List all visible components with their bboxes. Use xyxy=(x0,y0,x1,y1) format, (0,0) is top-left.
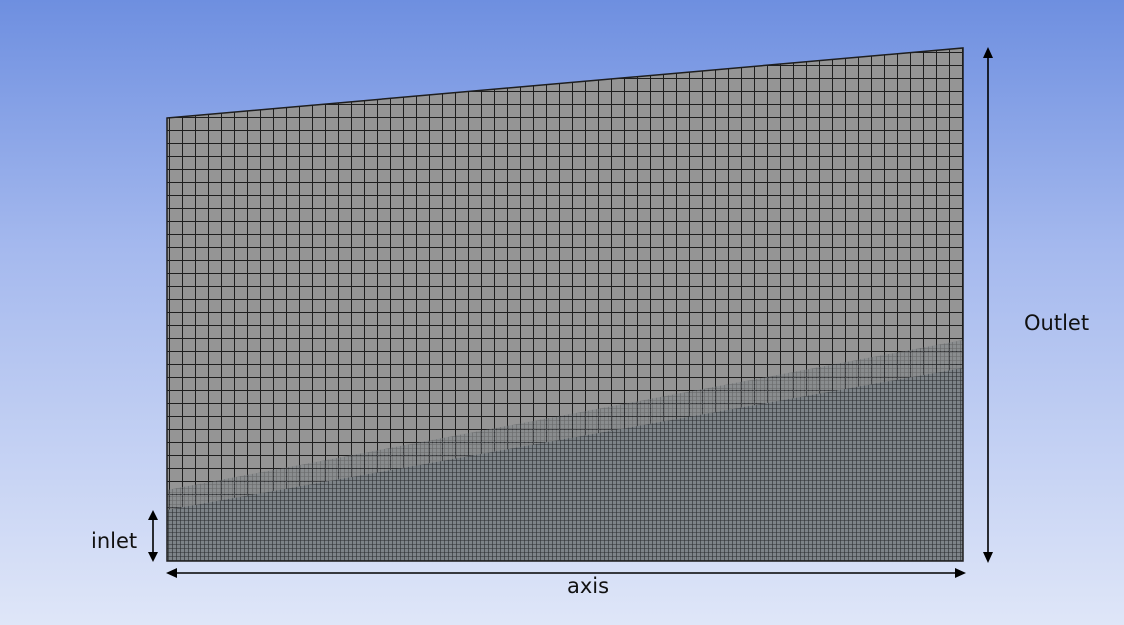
outlet-label: Outlet xyxy=(1024,311,1089,335)
inlet-arrowhead-bottom xyxy=(148,552,158,562)
axis-arrowhead-left xyxy=(166,568,177,578)
outlet-marker: Outlet xyxy=(983,47,1089,563)
inlet-label: inlet xyxy=(91,529,137,553)
axis-arrowhead-right xyxy=(955,568,966,578)
mesh-figure: Outlet inlet axis xyxy=(91,47,1089,598)
inlet-marker: inlet xyxy=(91,510,158,562)
outlet-arrowhead-bottom xyxy=(983,552,993,563)
axis-marker: axis xyxy=(166,568,966,598)
outlet-arrowhead-top xyxy=(983,47,993,58)
inlet-arrowhead-top xyxy=(148,510,158,520)
axis-label: axis xyxy=(567,574,609,598)
mesh-domain xyxy=(167,48,963,561)
